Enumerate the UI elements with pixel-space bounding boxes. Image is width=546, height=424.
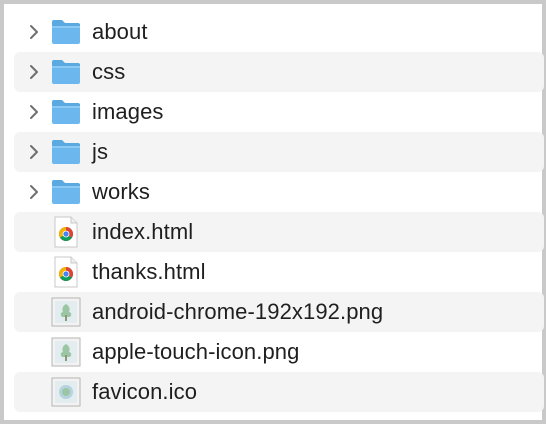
list-item-folder[interactable]: images bbox=[14, 92, 544, 132]
list-item-folder[interactable]: js bbox=[14, 132, 544, 172]
folder-icon bbox=[48, 52, 84, 92]
item-name: images bbox=[92, 99, 164, 124]
file-list: about css images js works index.html tha… bbox=[14, 12, 544, 412]
list-item-file[interactable]: index.html bbox=[14, 212, 544, 252]
chevron-placeholder bbox=[20, 212, 48, 252]
list-item-folder[interactable]: works bbox=[14, 172, 544, 212]
item-name: js bbox=[92, 139, 109, 164]
chevron-right-icon[interactable] bbox=[20, 52, 48, 92]
image-file-icon bbox=[48, 292, 84, 332]
chevron-placeholder bbox=[20, 252, 48, 292]
item-name: favicon.ico bbox=[92, 379, 198, 404]
item-name: about bbox=[92, 19, 148, 44]
chrome-document-icon bbox=[48, 212, 84, 252]
chevron-placeholder bbox=[20, 372, 48, 412]
item-name: works bbox=[92, 179, 150, 204]
folder-icon bbox=[48, 92, 84, 132]
folder-icon bbox=[48, 132, 84, 172]
chevron-right-icon[interactable] bbox=[20, 92, 48, 132]
item-name: css bbox=[92, 59, 126, 84]
folder-icon bbox=[48, 172, 84, 212]
item-name: apple-touch-icon.png bbox=[92, 339, 300, 364]
list-item-folder[interactable]: css bbox=[14, 52, 544, 92]
list-item-folder[interactable]: about bbox=[14, 12, 544, 52]
chevron-right-icon[interactable] bbox=[20, 172, 48, 212]
chevron-placeholder bbox=[20, 332, 48, 372]
finder-window: about css images js works index.html tha… bbox=[0, 0, 546, 424]
item-name: android-chrome-192x192.png bbox=[92, 299, 384, 324]
list-item-file[interactable]: favicon.ico bbox=[14, 372, 544, 412]
chevron-right-icon[interactable] bbox=[20, 12, 48, 52]
image-file-icon bbox=[48, 332, 84, 372]
list-item-file[interactable]: android-chrome-192x192.png bbox=[14, 292, 544, 332]
chevron-placeholder bbox=[20, 292, 48, 332]
chrome-document-icon bbox=[48, 252, 84, 292]
chevron-right-icon[interactable] bbox=[20, 132, 48, 172]
item-name: index.html bbox=[92, 219, 194, 244]
list-item-file[interactable]: thanks.html bbox=[14, 252, 544, 292]
folder-icon bbox=[48, 12, 84, 52]
image-file-icon bbox=[48, 372, 84, 412]
list-item-file[interactable]: apple-touch-icon.png bbox=[14, 332, 544, 372]
item-name: thanks.html bbox=[92, 259, 206, 284]
